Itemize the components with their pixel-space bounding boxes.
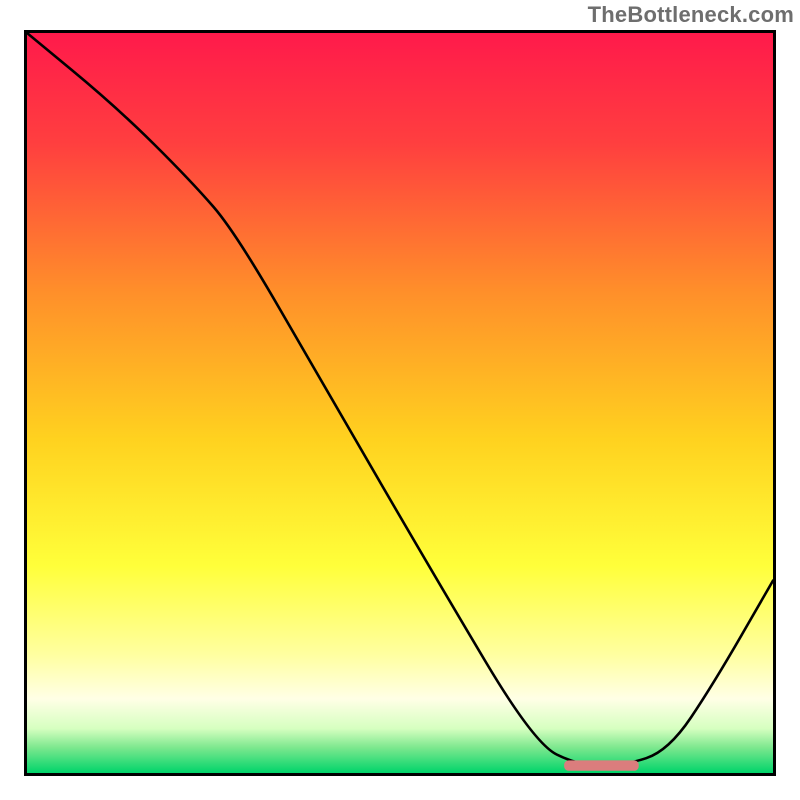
optimal-marker [27, 33, 773, 773]
chart-container: TheBottleneck.com [0, 0, 800, 800]
watermark-text: TheBottleneck.com [588, 2, 794, 28]
plot-frame [24, 30, 776, 776]
